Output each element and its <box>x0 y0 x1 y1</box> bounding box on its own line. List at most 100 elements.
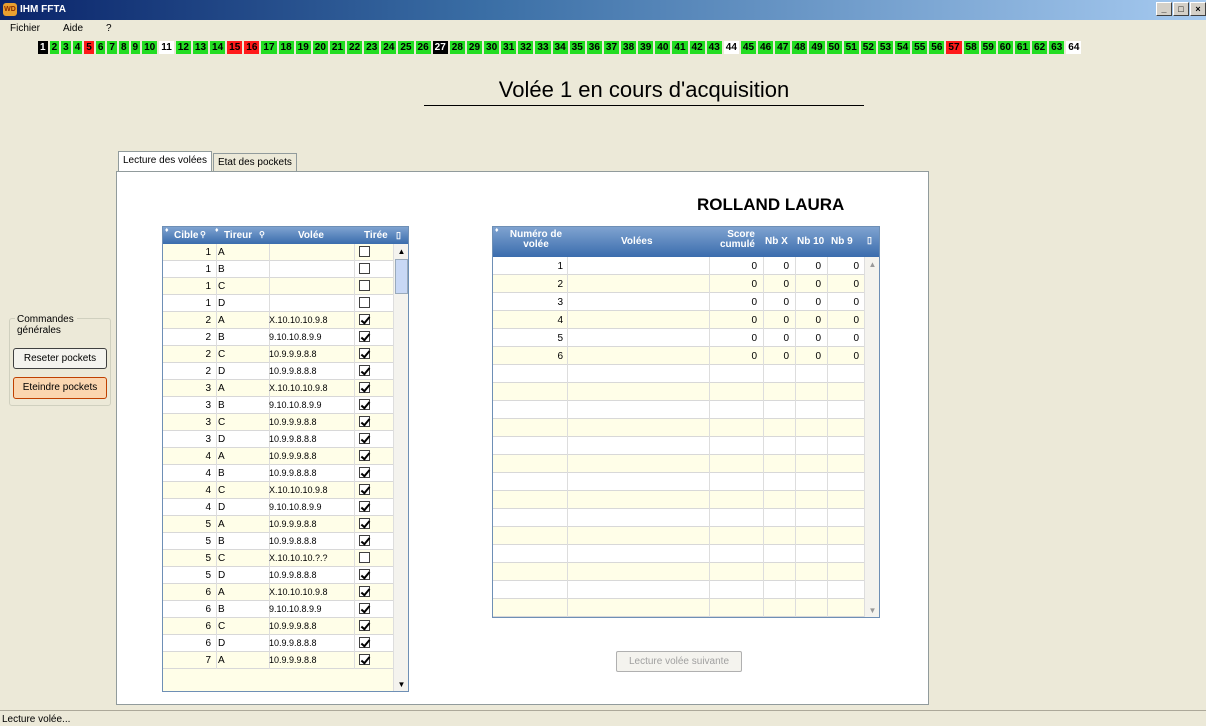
header-numero[interactable]: Numéro de volée <box>506 230 566 250</box>
target-60[interactable]: 60 <box>997 41 1013 54</box>
tiree-checkbox[interactable] <box>359 586 370 597</box>
target-59[interactable]: 59 <box>980 41 996 54</box>
tiree-checkbox[interactable] <box>359 569 370 580</box>
target-14[interactable]: 14 <box>210 41 226 54</box>
target-33[interactable]: 33 <box>535 41 551 54</box>
menu-aide[interactable]: Aide <box>63 23 83 34</box>
target-38[interactable]: 38 <box>621 41 637 54</box>
tiree-checkbox[interactable] <box>359 433 370 444</box>
scroll-thumb[interactable] <box>395 259 408 294</box>
table-row[interactable]: 7 A 10.9.9.9.8.8 <box>163 652 408 669</box>
target-49[interactable]: 49 <box>809 41 825 54</box>
target-48[interactable]: 48 <box>792 41 808 54</box>
table-row[interactable] <box>493 563 879 581</box>
target-18[interactable]: 18 <box>278 41 294 54</box>
tiree-checkbox[interactable] <box>359 484 370 495</box>
columns-icon[interactable]: ▯ <box>396 230 401 241</box>
target-44[interactable]: 44 <box>723 41 739 54</box>
tiree-checkbox[interactable] <box>359 365 370 376</box>
volees-table[interactable]: ♦ Numéro de volée Volées Score cumulé Nb… <box>492 226 880 618</box>
target-51[interactable]: 51 <box>843 41 859 54</box>
tiree-checkbox[interactable] <box>359 501 370 512</box>
target-23[interactable]: 23 <box>364 41 380 54</box>
target-63[interactable]: 63 <box>1049 41 1065 54</box>
target-21[interactable]: 21 <box>329 41 346 54</box>
target-26[interactable]: 26 <box>415 41 431 54</box>
target-25[interactable]: 25 <box>398 41 414 54</box>
target-58[interactable]: 58 <box>963 41 979 54</box>
target-16[interactable]: 16 <box>244 41 260 54</box>
table-row[interactable]: 6 B 9.10.10.8.9.9 <box>163 601 408 618</box>
table-scrollbar[interactable]: ▲ ▼ <box>864 257 879 617</box>
table-row[interactable]: 6 A X.10.10.10.9.8 <box>163 584 408 601</box>
table-row[interactable]: 1B <box>163 261 408 278</box>
table-row[interactable]: 4 C X.10.10.10.9.8 <box>163 482 408 499</box>
target-9[interactable]: 9 <box>130 41 141 54</box>
target-29[interactable]: 29 <box>466 41 483 54</box>
table-row[interactable] <box>493 491 879 509</box>
target-17[interactable]: 17 <box>261 41 277 54</box>
target-46[interactable]: 46 <box>758 41 774 54</box>
reset-pockets-button[interactable]: Reseter pockets <box>13 348 107 369</box>
close-button[interactable]: × <box>1190 2 1206 16</box>
target-7[interactable]: 7 <box>107 41 117 54</box>
target-52[interactable]: 52 <box>860 41 876 54</box>
target-35[interactable]: 35 <box>569 41 585 54</box>
target-8[interactable]: 8 <box>118 41 129 54</box>
table-row[interactable] <box>493 401 879 419</box>
target-36[interactable]: 36 <box>586 41 602 54</box>
target-28[interactable]: 28 <box>449 41 465 54</box>
table-row[interactable]: 4 A 10.9.9.9.8.8 <box>163 448 408 465</box>
tiree-checkbox[interactable] <box>359 637 370 648</box>
header-cible[interactable]: Cible <box>174 230 198 241</box>
table-row[interactable] <box>493 545 879 563</box>
table-row[interactable]: 5 C X.10.10.10.?.? <box>163 550 408 567</box>
turn-off-pockets-button[interactable]: Eteindre pockets <box>13 377 107 399</box>
table-row[interactable]: 5 0 0 0 0 <box>493 329 879 347</box>
target-27[interactable]: 27 <box>432 41 448 54</box>
table-row[interactable]: 3 A X.10.10.10.9.8 <box>163 380 408 397</box>
table-row[interactable]: 3 C 10.9.9.9.8.8 <box>163 414 408 431</box>
table-row[interactable]: 3 0 0 0 0 <box>493 293 879 311</box>
target-32[interactable]: 32 <box>518 41 534 54</box>
target-22[interactable]: 22 <box>347 41 363 54</box>
header-tireur[interactable]: Tireur <box>224 230 252 241</box>
target-10[interactable]: 10 <box>142 41 158 54</box>
target-45[interactable]: 45 <box>740 41 757 54</box>
tiree-checkbox[interactable] <box>359 263 370 274</box>
tiree-checkbox[interactable] <box>359 518 370 529</box>
tiree-checkbox[interactable] <box>359 535 370 546</box>
scroll-down-icon[interactable]: ▼ <box>865 603 879 617</box>
table-row[interactable] <box>493 455 879 473</box>
header-volee[interactable]: Volée <box>298 230 324 241</box>
header-score[interactable]: Score cumulé <box>709 230 755 250</box>
table-row[interactable]: 2 B 9.10.10.8.9.9 <box>163 329 408 346</box>
table-row[interactable]: 5 A 10.9.9.9.8.8 <box>163 516 408 533</box>
tiree-checkbox[interactable] <box>359 382 370 393</box>
table-row[interactable]: 4 B 10.9.9.8.8.8 <box>163 465 408 482</box>
tiree-checkbox[interactable] <box>359 603 370 614</box>
target-50[interactable]: 50 <box>826 41 842 54</box>
tiree-checkbox[interactable] <box>359 297 370 308</box>
table-row[interactable]: 2 D 10.9.9.8.8.8 <box>163 363 408 380</box>
table-row[interactable] <box>493 365 879 383</box>
target-11[interactable]: 11 <box>159 41 174 54</box>
minimize-button[interactable]: _ <box>1156 2 1172 16</box>
target-61[interactable]: 61 <box>1014 41 1031 54</box>
target-37[interactable]: 37 <box>603 41 620 54</box>
target-57[interactable]: 57 <box>946 41 962 54</box>
header-volees[interactable]: Volées <box>621 236 653 247</box>
table-row[interactable]: 6 0 0 0 0 <box>493 347 879 365</box>
target-5[interactable]: 5 <box>84 41 94 54</box>
target-40[interactable]: 40 <box>655 41 671 54</box>
target-13[interactable]: 13 <box>192 41 209 54</box>
target-39[interactable]: 39 <box>638 41 654 54</box>
table-scrollbar[interactable]: ▲ ▼ <box>393 244 408 691</box>
target-4[interactable]: 4 <box>72 41 83 54</box>
table-row[interactable]: 1D <box>163 295 408 312</box>
table-row[interactable]: 5 D 10.9.9.8.8.8 <box>163 567 408 584</box>
shots-table[interactable]: ♦ Cible ⚲ ♦ Tireur ⚲ Volée Tirée ▯ 1A1B1… <box>162 226 409 692</box>
target-41[interactable]: 41 <box>672 41 688 54</box>
target-55[interactable]: 55 <box>912 41 928 54</box>
target-42[interactable]: 42 <box>689 41 705 54</box>
